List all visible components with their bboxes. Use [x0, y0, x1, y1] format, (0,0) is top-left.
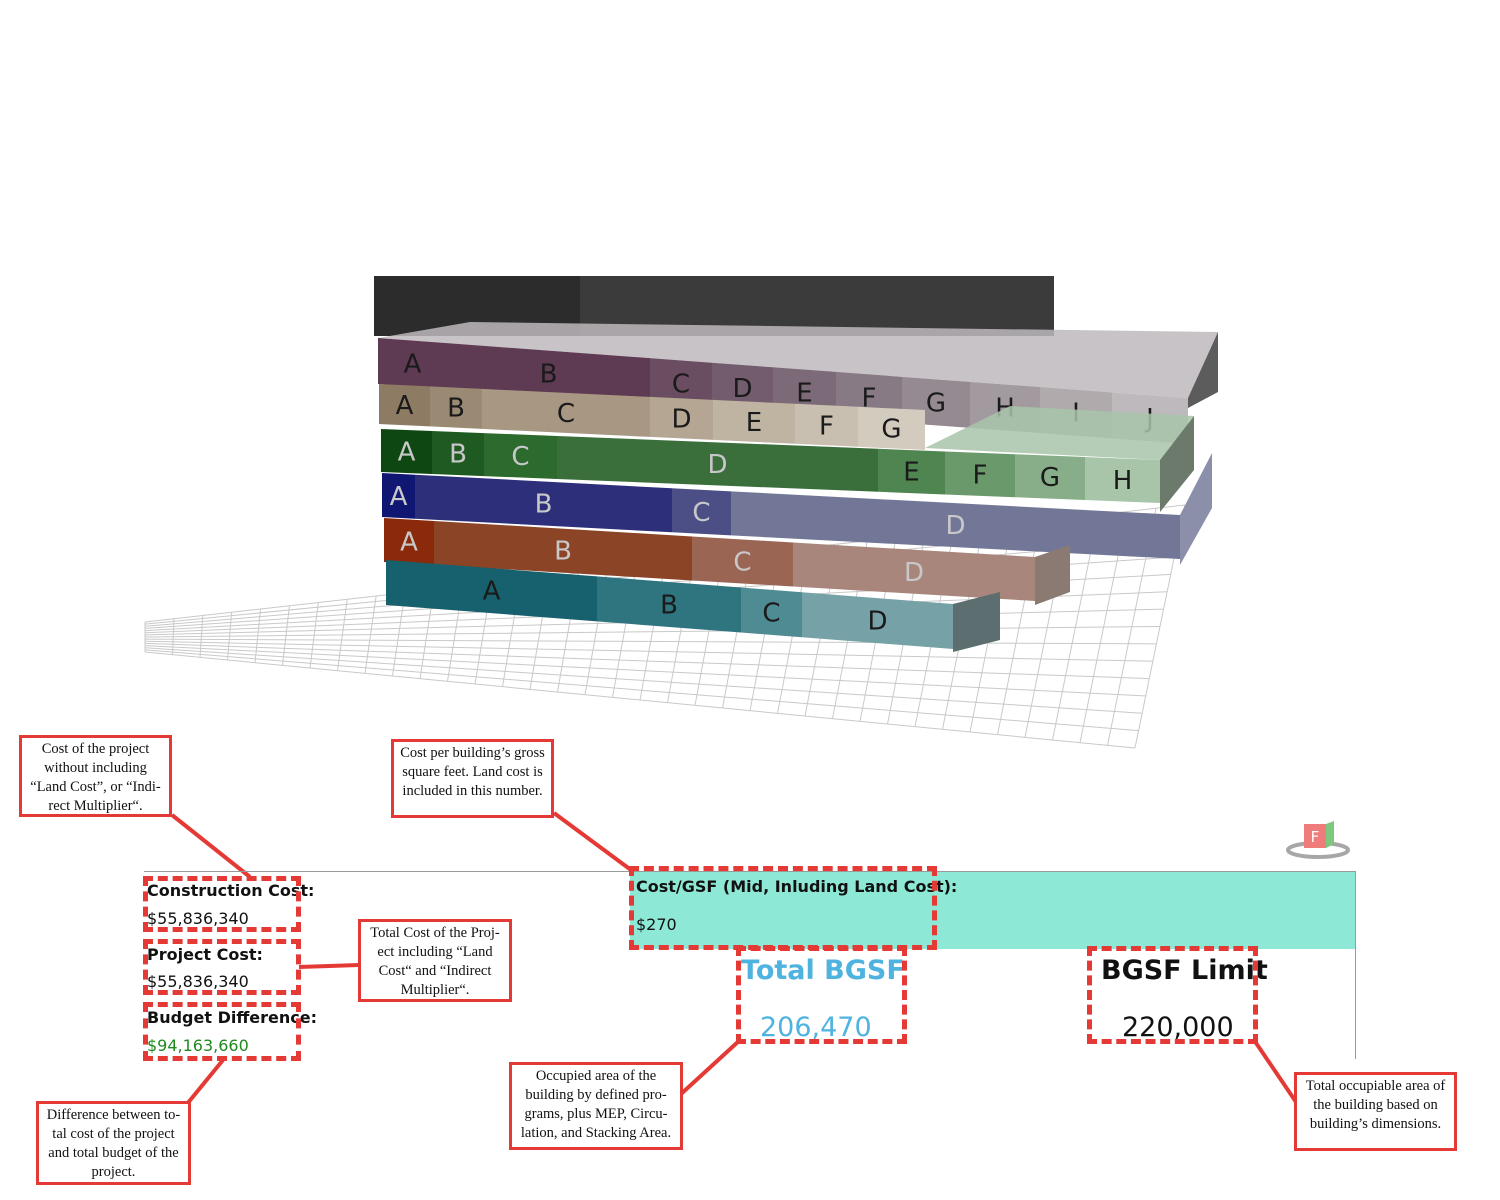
bgsf-limit-highlight — [1087, 946, 1258, 1044]
f-cube-icon[interactable]: F — [1286, 820, 1350, 860]
project-cost-highlight — [143, 939, 301, 995]
total-bgsf-highlight — [736, 946, 907, 1044]
bgsf-limit-note: Total occupiable area of the building ba… — [1294, 1072, 1457, 1151]
construction-cost-highlight — [143, 876, 301, 932]
cost-per-gsf-highlight — [629, 866, 937, 950]
budget-difference-highlight — [143, 1002, 301, 1061]
budget-difference-note: Difference between to-tal cost of the pr… — [36, 1101, 191, 1185]
svg-text:F: F — [1311, 828, 1320, 846]
project-cost-note: Total Cost of the Proj-ect including “La… — [358, 919, 512, 1002]
total-bgsf-note: Occupied area of the building by defined… — [509, 1062, 683, 1150]
panel-right-border — [1355, 871, 1356, 1059]
